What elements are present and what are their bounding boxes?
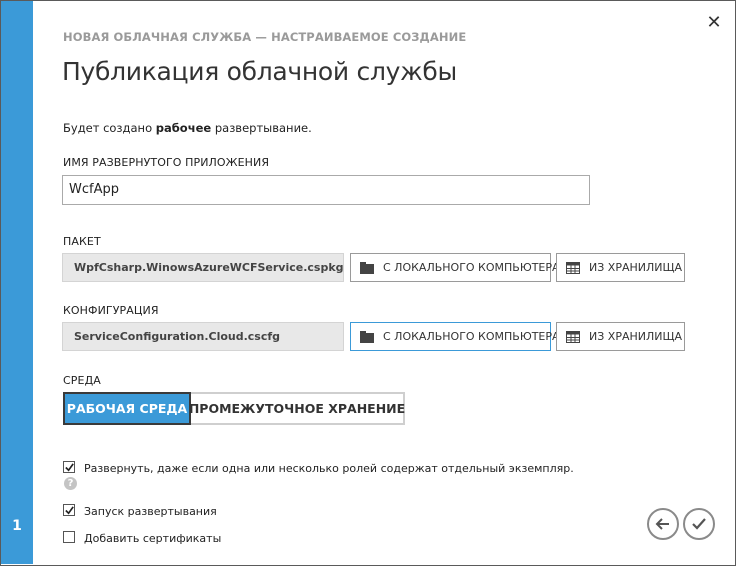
package-storage-label: ИЗ ХРАНИЛИЩА: [589, 261, 683, 274]
option-checkbox-start-deployment[interactable]: [63, 504, 75, 516]
page-title: Публикация облачной службы: [62, 57, 457, 86]
help-icon[interactable]: ?: [64, 477, 77, 490]
storage-table-icon: [566, 330, 580, 343]
app-name-input[interactable]: WcfApp: [62, 175, 590, 205]
configuration-storage-button[interactable]: ИЗ ХРАНИЛИЩА: [556, 322, 685, 351]
env-production-button[interactable]: РАБОЧАЯ СРЕДА: [63, 392, 191, 425]
option-label-single-instance: Развернуть, даже если одна или несколько…: [84, 462, 574, 475]
folder-icon: [360, 261, 374, 274]
package-file-field: WpfCsharp.WinowsAzureWCFService.cspkg: [62, 253, 344, 282]
deployment-info: Будет создано рабочее развертывание.: [63, 121, 312, 135]
env-staging-button[interactable]: ПРОМЕЖУТОЧНОЕ ХРАНЕНИЕ: [189, 392, 405, 425]
option-checkbox-add-certificates[interactable]: [63, 531, 75, 543]
package-local-button[interactable]: С ЛОКАЛЬНОГО КОМПЬЮТЕРА: [350, 253, 560, 282]
checkmark-icon: [65, 506, 74, 515]
step-number: 1: [12, 518, 22, 534]
option-label-add-certificates: Добавить сертификаты: [84, 532, 222, 545]
storage-table-icon: [566, 261, 580, 274]
configuration-local-label: С ЛОКАЛЬНОГО КОМПЬЮТЕРА: [383, 330, 560, 343]
configuration-label: КОНФИГУРАЦИЯ: [63, 304, 159, 317]
app-name-label: ИМЯ РАЗВЕРНУТОГО ПРИЛОЖЕНИЯ: [63, 156, 270, 169]
arrow-left-icon: [655, 518, 669, 530]
back-button[interactable]: [647, 508, 679, 540]
option-label-start-deployment: Запуск развертывания: [84, 505, 217, 518]
package-storage-button[interactable]: ИЗ ХРАНИЛИЩА: [556, 253, 685, 282]
step-bar: [1, 1, 33, 564]
option-checkbox-single-instance[interactable]: [63, 461, 75, 473]
info-suffix: развертывание.: [211, 121, 312, 135]
info-prefix: Будет создано: [63, 121, 156, 135]
folder-icon: [360, 330, 374, 343]
checkmark-icon: [692, 518, 706, 530]
package-local-label: С ЛОКАЛЬНОГО КОМПЬЮТЕРА: [383, 261, 560, 274]
package-label: ПАКЕТ: [63, 235, 101, 248]
wizard-subtitle: НОВАЯ ОБЛАЧНАЯ СЛУЖБА — НАСТРАИВАЕМОЕ СО…: [63, 30, 467, 44]
environment-label: СРЕДА: [63, 374, 101, 387]
configuration-file-field: ServiceConfiguration.Cloud.cscfg: [62, 322, 344, 351]
finish-button[interactable]: [683, 508, 715, 540]
close-icon[interactable]: ✕: [704, 12, 724, 34]
configuration-local-button[interactable]: С ЛОКАЛЬНОГО КОМПЬЮТЕРА: [350, 322, 560, 351]
configuration-storage-label: ИЗ ХРАНИЛИЩА: [589, 330, 683, 343]
info-bold: рабочее: [155, 121, 212, 135]
checkmark-icon: [65, 463, 74, 472]
